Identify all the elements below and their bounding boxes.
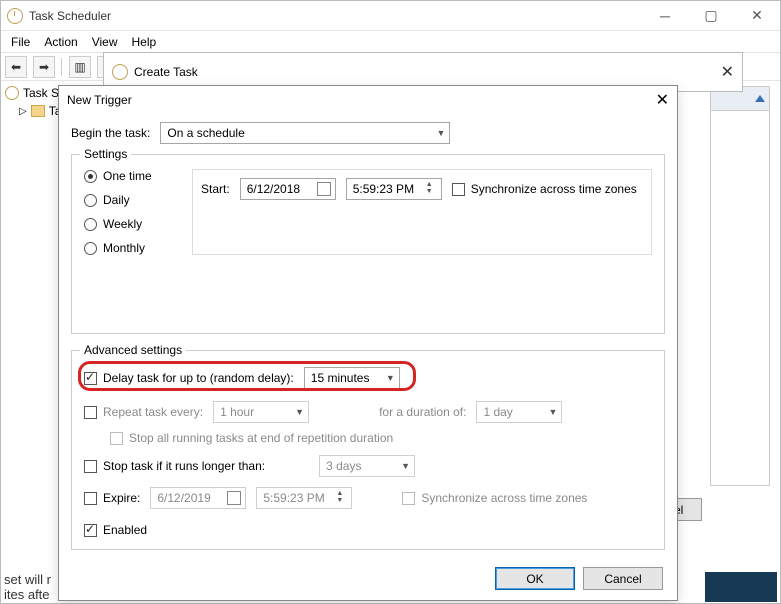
actions-pane: [710, 86, 770, 486]
menu-help[interactable]: Help: [132, 35, 157, 49]
schedule-monthly-radio[interactable]: Monthly: [84, 241, 174, 255]
stop-if-long-combo: 3 days ▼: [319, 455, 415, 477]
delay-value-combo[interactable]: 15 minutes ▼: [304, 367, 400, 389]
repeat-task-checkbox[interactable]: Repeat task every:: [84, 405, 203, 419]
checkbox-icon: [452, 183, 465, 196]
create-task-close-icon[interactable]: ✕: [721, 62, 734, 82]
advanced-group-label: Advanced settings: [80, 343, 186, 357]
schedule-one-time-radio[interactable]: One time: [84, 169, 174, 183]
settings-group-label: Settings: [80, 147, 131, 161]
titlebar: Task Scheduler ─ ▢ ✕: [1, 1, 780, 31]
start-date-picker[interactable]: 6/12/2018: [240, 178, 336, 200]
expand-icon[interactable]: ▷: [19, 106, 27, 117]
menu-file[interactable]: File: [11, 35, 30, 49]
create-task-title: Create Task: [134, 65, 198, 79]
back-button[interactable]: ⬅: [5, 56, 27, 78]
toolbar-icon-1[interactable]: ▥: [69, 56, 91, 78]
dialog-title: New Trigger: [67, 93, 132, 107]
radio-icon: [84, 218, 97, 231]
repeat-interval-combo: 1 hour ▼: [213, 401, 309, 423]
minimize-button[interactable]: ─: [642, 1, 688, 31]
menubar: File Action View Help: [1, 31, 780, 53]
chevron-down-icon: ▼: [295, 407, 304, 417]
checkbox-icon: [84, 372, 97, 385]
calendar-icon: [317, 182, 331, 196]
ok-button[interactable]: OK: [495, 567, 575, 590]
dialog-buttons: OK Cancel: [495, 567, 663, 590]
expire-date-picker: 6/12/2019: [150, 487, 246, 509]
window-controls: ─ ▢ ✕: [642, 1, 780, 31]
chevron-down-icon: ▼: [386, 373, 395, 383]
calendar-icon: [227, 491, 241, 505]
schedule-weekly-radio[interactable]: Weekly: [84, 217, 174, 231]
tree-root-label: Task S: [23, 86, 59, 100]
forward-button[interactable]: ➡: [33, 56, 55, 78]
truncated-text: set will r ites afte: [0, 572, 51, 602]
chevron-down-icon: ▼: [436, 128, 445, 138]
new-trigger-dialog: New Trigger ✕ Begin the task: On a sched…: [58, 85, 678, 601]
app-icon: [7, 8, 23, 24]
begin-task-label: Begin the task:: [71, 126, 150, 140]
app-title: Task Scheduler: [29, 9, 642, 23]
radio-icon: [84, 194, 97, 207]
radio-icon: [84, 242, 97, 255]
create-task-icon: [112, 64, 128, 80]
stop-all-tasks-checkbox: Stop all running tasks at end of repetit…: [110, 431, 393, 445]
checkbox-icon: [84, 492, 97, 505]
radio-icon: [84, 170, 97, 183]
start-label: Start:: [201, 182, 230, 196]
dialog-titlebar: New Trigger ✕: [59, 86, 677, 114]
checkbox-icon: [402, 492, 415, 505]
checkbox-icon: [110, 432, 123, 445]
toolbar-separator: [61, 58, 63, 76]
repeat-duration-combo: 1 day ▼: [476, 401, 562, 423]
cancel-button[interactable]: Cancel: [583, 567, 663, 590]
begin-task-combo[interactable]: On a schedule ▼: [160, 122, 450, 144]
clock-icon: [5, 86, 19, 100]
checkbox-icon: [84, 524, 97, 537]
schedule-daily-radio[interactable]: Daily: [84, 193, 174, 207]
expire-checkbox[interactable]: Expire:: [84, 491, 140, 505]
spinner-icon: ▲▼: [336, 490, 348, 504]
maximize-button[interactable]: ▢: [688, 1, 734, 31]
menu-view[interactable]: View: [92, 35, 118, 49]
expire-time-picker: 5:59:23 PM ▲▼: [256, 487, 352, 509]
spinner-icon: ▲▼: [426, 181, 438, 195]
menu-action[interactable]: Action: [44, 35, 77, 49]
corner-thumbnail: [705, 572, 777, 602]
stop-if-long-checkbox[interactable]: Stop task if it runs longer than:: [84, 459, 265, 473]
chevron-down-icon: ▼: [549, 407, 558, 417]
advanced-settings-group: Advanced settings Delay task for up to (…: [71, 350, 665, 550]
chevron-down-icon: ▼: [401, 461, 410, 471]
checkbox-icon: [84, 460, 97, 473]
checkbox-icon: [84, 406, 97, 419]
settings-group: Settings One time Daily Weekly Monthly S…: [71, 154, 665, 334]
repeat-duration-label: for a duration of:: [379, 405, 466, 419]
delay-task-checkbox[interactable]: Delay task for up to (random delay):: [84, 371, 294, 385]
expire-sync-tz-checkbox: Synchronize across time zones: [402, 491, 587, 505]
sync-timezones-checkbox[interactable]: Synchronize across time zones: [452, 182, 637, 196]
enabled-checkbox[interactable]: Enabled: [84, 523, 147, 537]
dialog-close-icon[interactable]: ✕: [656, 90, 669, 110]
collapse-icon[interactable]: [755, 95, 765, 102]
close-button[interactable]: ✕: [734, 1, 780, 31]
start-time-picker[interactable]: 5:59:23 PM ▲▼: [346, 178, 442, 200]
folder-icon: [31, 105, 45, 117]
